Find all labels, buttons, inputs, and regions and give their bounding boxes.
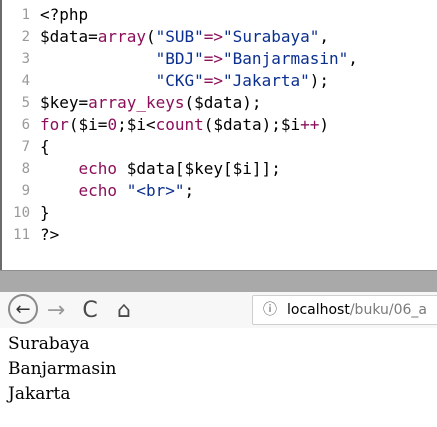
code-line: 3 "BDJ"=>"Banjarmasin",: [0, 48, 437, 70]
code-editor[interactable]: 1 <?php 2 $data=array("SUB"=>"Surabaya", 3 "…: [0, 0, 437, 270]
code-token: "Jakarta": [223, 71, 310, 90]
code-line: 4 "CKG"=>"Jakarta");: [0, 70, 437, 92]
code-text: for($i=0;$i<count($data);$i++): [40, 114, 329, 136]
code-token: for: [40, 115, 69, 134]
code-text: $key=array_keys($data);: [40, 92, 262, 114]
line-number: 1: [21, 7, 30, 23]
code-token: $key=: [40, 93, 89, 112]
line-number: 7: [21, 139, 30, 155]
line-number: 3: [21, 51, 30, 67]
page-content: Surabaya Banjarmasin Jakarta: [0, 328, 437, 427]
info-icon[interactable]: ⓘ: [263, 296, 277, 324]
line-number: 8: [21, 161, 30, 177]
url-path: /buku/06_a: [349, 302, 427, 318]
output-line-3: Jakarta: [8, 384, 71, 404]
code-line: 9 echo "<br>";: [0, 180, 437, 202]
line-number: 11: [13, 227, 30, 243]
browser-toolbar: ← → C ⌂ ⓘ localhost/buku/06_a: [0, 292, 437, 329]
line-number: 10: [13, 205, 30, 221]
code-text: echo $data[$key[$i]];: [40, 158, 281, 180]
output-line-2: Banjarmasin: [8, 359, 117, 379]
code-token: }: [40, 203, 50, 222]
code-token: =>: [203, 27, 224, 46]
code-line: 7{: [0, 136, 437, 158]
code-token: =>: [203, 49, 224, 68]
code-token: <?php: [40, 5, 89, 24]
line-number: 2: [21, 29, 30, 45]
code-line: 6 for($i=0;$i<count($data);$i++): [0, 114, 437, 136]
home-button[interactable]: ⌂: [110, 296, 138, 324]
code-text: echo "<br>";: [40, 180, 195, 202]
line-number: 4: [21, 73, 30, 89]
code-token: "Banjarmasin": [223, 49, 349, 68]
code-line: 8 echo $data[$key[$i]];: [0, 158, 437, 180]
code-line: 11 ?>: [0, 224, 437, 246]
reload-icon: C: [82, 297, 98, 323]
code-token: ): [319, 115, 330, 134]
code-line: 10}: [0, 202, 437, 224]
code-token: "Surabaya": [223, 27, 320, 46]
line-number: 9: [21, 183, 30, 199]
code-token: 0: [107, 115, 118, 134]
code-token: ++: [300, 115, 320, 134]
code-text: ?>: [40, 224, 59, 246]
code-token: ,: [348, 49, 358, 68]
code-token: "CKG": [155, 71, 204, 90]
code-token: =>: [203, 71, 224, 90]
code-token: array_keys: [88, 93, 185, 112]
code-token: {: [40, 137, 50, 156]
code-token: "<br>": [126, 181, 185, 200]
code-token: echo: [78, 159, 118, 178]
code-token: ?>: [40, 225, 60, 244]
code-text: }: [40, 202, 50, 224]
back-button[interactable]: ←: [8, 294, 38, 324]
code-text: {: [40, 136, 50, 158]
code-token: ;: [184, 181, 195, 200]
code-text: "CKG"=>"Jakarta");: [40, 70, 329, 92]
code-line: 5 $key=array_keys($data);: [0, 92, 437, 114]
url-text: localhost/buku/06_a: [287, 296, 427, 324]
code-token: (: [145, 27, 156, 46]
output-line-1: Surabaya: [8, 334, 90, 354]
code-line: 1 <?php: [0, 4, 437, 26]
code-text: $data=array("SUB"=>"Surabaya",: [40, 26, 329, 48]
code-text: <?php: [40, 4, 88, 26]
code-token: ($i=: [68, 115, 108, 134]
code-token: ($data);$i: [203, 115, 301, 134]
code-token: ;$i<: [117, 115, 156, 134]
url-host: localhost: [287, 302, 350, 318]
code-token: ($data);: [184, 93, 262, 112]
code-token: );: [309, 71, 329, 90]
forward-button[interactable]: →: [44, 296, 68, 324]
code-text: "BDJ"=>"Banjarmasin",: [40, 48, 358, 70]
code-token: "BDJ": [155, 49, 204, 68]
code-token: ,: [319, 27, 330, 46]
code-line: 2 $data=array("SUB"=>"Surabaya",: [0, 26, 437, 48]
back-arrow-icon: ←: [15, 298, 31, 320]
code-token: count: [155, 115, 204, 134]
address-bar[interactable]: ⓘ localhost/buku/06_a: [252, 295, 437, 325]
forward-arrow-icon: →: [46, 297, 66, 323]
line-number: 5: [21, 95, 30, 111]
code-token: $data[$key[$i]];: [117, 159, 281, 178]
reload-button[interactable]: C: [76, 296, 104, 324]
code-token: array: [97, 27, 146, 46]
code-token: echo: [78, 181, 118, 200]
code-token: "SUB": [155, 27, 204, 46]
window-divider: [0, 270, 437, 293]
home-icon: ⌂: [117, 297, 131, 323]
code-token: $data=: [40, 27, 98, 46]
line-number: 6: [21, 117, 30, 133]
